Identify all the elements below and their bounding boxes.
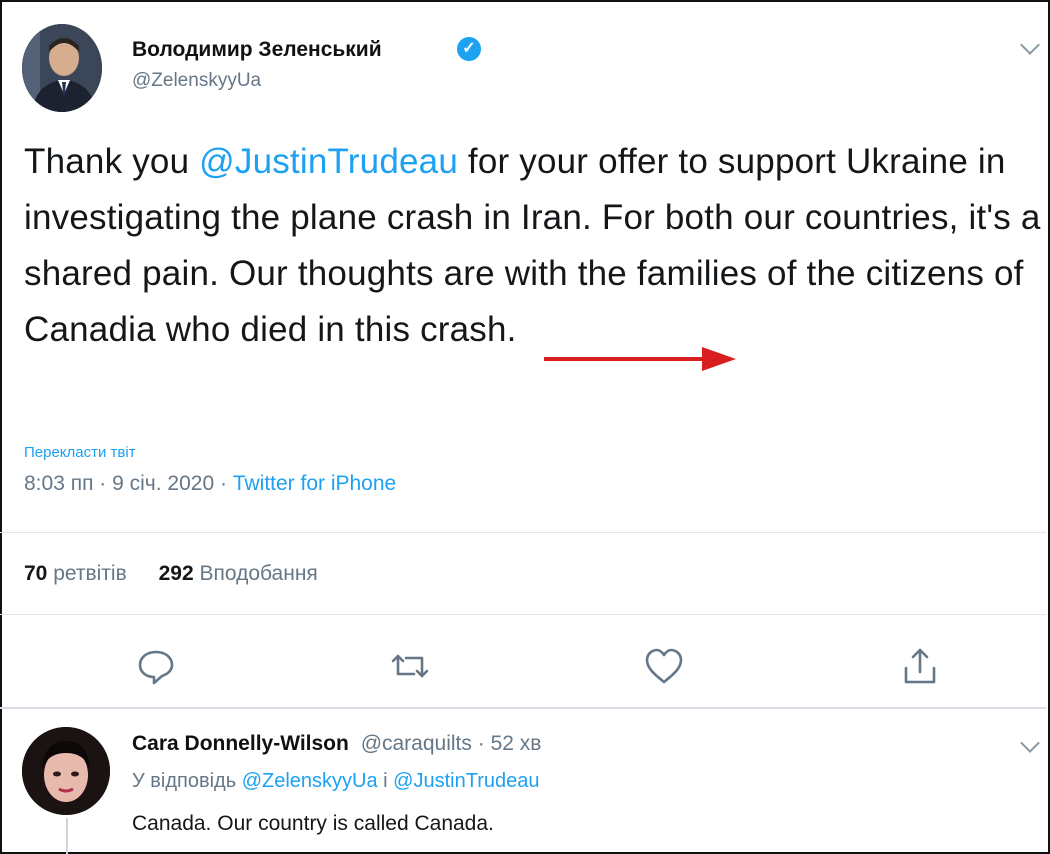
tweet-time[interactable]: 8:03 пп	[24, 472, 93, 495]
retweet-icon[interactable]	[386, 642, 434, 690]
tweet-stats: 70 ретвітів 292 Вподобання	[24, 562, 318, 586]
likes-stat[interactable]: 292 Вподобання	[159, 562, 318, 585]
author-avatar[interactable]	[22, 24, 102, 112]
mention-link[interactable]: @ZelenskyyUa	[242, 770, 378, 792]
retweets-count: 70	[24, 562, 48, 585]
likes-count: 292	[158, 562, 194, 585]
verified-badge-icon: ✓	[457, 37, 481, 61]
reply-author-name[interactable]: Cara Donnelly-Wilson	[132, 732, 349, 755]
thread-line	[66, 818, 68, 854]
replying-joiner: і	[383, 770, 388, 792]
retweets-stat[interactable]: 70 ретвітів	[24, 562, 127, 585]
tweet-text-part: Thank you	[24, 142, 200, 181]
meta-separator: ·	[93, 472, 113, 495]
main-tweet: Володимир Зеленський ✓ @ZelenskyyUa Than…	[0, 0, 1046, 705]
like-icon[interactable]	[640, 642, 688, 690]
divider	[0, 707, 1046, 709]
reply-age[interactable]: 52 хв	[491, 732, 542, 755]
retweets-label: ретвітів	[53, 562, 127, 585]
share-icon[interactable]	[896, 642, 944, 690]
meta-separator: ·	[214, 472, 233, 495]
reply-icon[interactable]	[132, 642, 180, 690]
tweet-source[interactable]: Twitter for iPhone	[233, 472, 396, 495]
divider	[0, 532, 1046, 533]
red-arrow-annotation	[544, 347, 736, 371]
meta-separator: ·	[471, 732, 491, 755]
mention-link[interactable]: @JustinTrudeau	[393, 770, 539, 792]
likes-label: Вподобання	[199, 562, 318, 585]
replying-to: У відповідь @ZelenskyyUa і @JustinTrudea…	[132, 770, 539, 793]
reply-avatar[interactable]	[22, 727, 110, 815]
reply-header: Cara Donnelly-Wilson @caraquilts · 52 хв	[132, 732, 541, 756]
reply-text: Canada. Our country is called Canada.	[132, 812, 494, 835]
replying-prefix: У відповідь	[132, 770, 237, 792]
tweet-text: Thank you @JustinTrudeau for your offer …	[24, 134, 1048, 358]
reply-author-handle[interactable]: @caraquilts	[361, 732, 472, 755]
author-handle[interactable]: @ZelenskyyUa	[132, 70, 261, 92]
author-name[interactable]: Володимир Зеленський	[132, 38, 382, 62]
divider	[0, 614, 1046, 615]
mention-link[interactable]: @JustinTrudeau	[199, 142, 458, 181]
tweet-meta: 8:03 пп · 9 січ. 2020 · Twitter for iPho…	[24, 472, 396, 496]
chevron-down-icon[interactable]	[1020, 35, 1040, 55]
tweet-date[interactable]: 9 січ. 2020	[112, 472, 214, 495]
translate-tweet-link[interactable]: Перекласти твіт	[24, 444, 136, 461]
